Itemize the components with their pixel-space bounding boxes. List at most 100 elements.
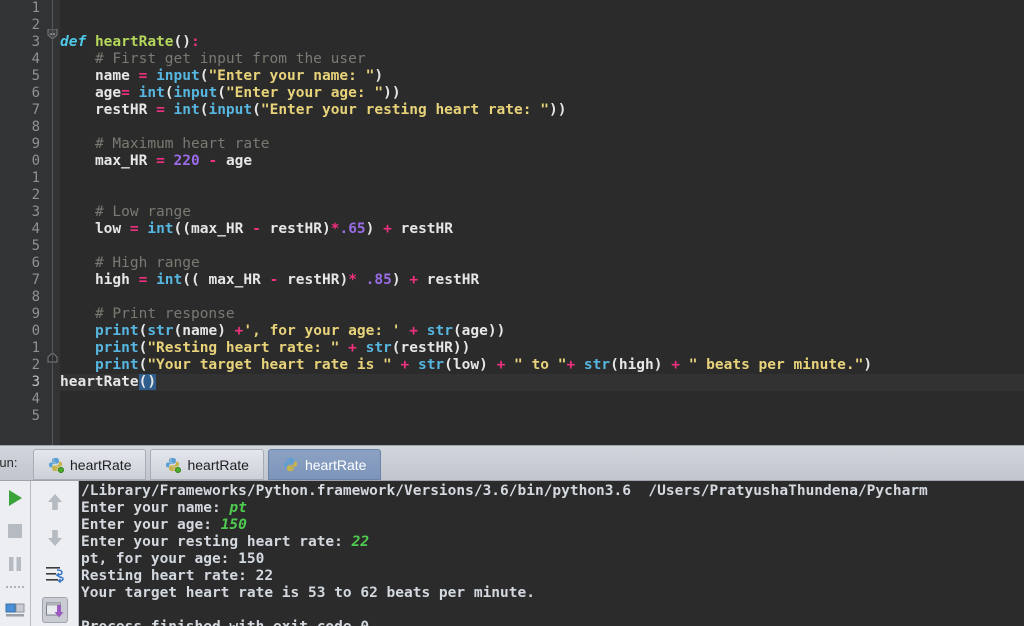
scroll-to-end-icon [45,602,63,618]
code-line[interactable]: high = int(( max_HR - restHR)* .85) + re… [60,272,1024,289]
more-button[interactable] [4,584,26,590]
code-line[interactable] [60,17,1024,34]
up-button[interactable] [42,489,68,515]
line-number: 3 [31,374,40,390]
console-output-line: pt, for your age: 150 [81,551,265,567]
pause-button[interactable] [2,551,28,577]
python-icon [165,457,182,473]
line-number: 3 [31,34,40,50]
code-lines[interactable]: def heartRate(): # First get input from … [60,0,1024,445]
stop-button[interactable] [2,518,28,544]
code-line[interactable]: name = input("Enter your name: ") [60,68,1024,85]
layout-button[interactable] [2,597,28,623]
console-exit-message: Process finished with exit code 0 [79,619,1024,626]
code-line[interactable]: # High range [60,255,1024,272]
run-tab-1[interactable]: heartRate [150,449,264,480]
code-line[interactable] [60,408,1024,425]
run-tab-2[interactable]: heartRate [267,449,382,480]
down-button[interactable] [42,525,68,551]
code-line[interactable]: print("Your target heart rate is " + str… [60,357,1024,374]
code-line[interactable] [60,187,1024,204]
line-number: 1 [31,0,40,16]
python-icon [48,457,64,473]
code-line[interactable]: restHR = int(input("Enter your resting h… [60,102,1024,119]
stop-icon [8,524,22,538]
code-editor[interactable]: 1234567890123456789012345 def heartRate(… [0,0,1024,445]
console-prompt-line: Enter your name: pt [81,500,247,516]
console-output-line: Your target heart rate is 53 to 62 beats… [81,585,535,601]
line-number: 5 [31,238,40,254]
code-line[interactable]: # Low range [60,204,1024,221]
code-line[interactable] [60,238,1024,255]
editor-gutter[interactable]: 1234567890123456789012345 [0,0,44,445]
run-tab-label: heartRate [187,456,249,473]
console-prompt-line: Enter your age: 150 [81,517,247,533]
scroll-to-end-button[interactable] [41,597,68,623]
code-line-current[interactable]: heartRate() [60,374,1024,391]
line-number: 2 [31,17,40,33]
code-line[interactable] [60,119,1024,136]
console-output[interactable]: /Library/Frameworks/Python.framework/Ver… [79,481,1024,626]
code-line[interactable]: low = int((max_HR - restHR)*.65) + restH… [60,221,1024,238]
console-user-input: 150 [220,517,247,533]
code-line[interactable]: max_HR = 220 - age [60,153,1024,170]
code-line[interactable]: # Print response [60,306,1024,323]
code-line[interactable]: def heartRate(): [60,34,1024,51]
console-output-line: Resting heart rate: 22 [81,568,274,584]
line-number: 0 [31,323,40,339]
line-number: 8 [31,119,40,135]
run-tab-0[interactable]: heartRate [33,449,147,480]
code-line[interactable]: # Maximum heart rate [60,136,1024,153]
pycharm-window: 1234567890123456789012345 def heartRate(… [0,0,1024,626]
line-number: 4 [31,51,40,67]
line-number: 6 [31,255,40,271]
line-number: 4 [31,221,40,237]
run-tabs[interactable]: heartRate heartRate heartRate [33,449,382,480]
dot [6,586,8,588]
pause-icon [9,557,21,571]
play-icon [9,490,22,506]
line-number: 4 [31,391,40,407]
dot [22,586,24,588]
running-indicator [175,467,182,473]
line-number: 5 [31,68,40,84]
line-number: 7 [31,102,40,118]
code-line[interactable] [60,0,1024,17]
line-number: 0 [31,153,40,169]
console-command-line: /Library/Frameworks/Python.framework/Ver… [81,483,928,499]
code-line[interactable] [60,391,1024,408]
soft-wrap-button[interactable] [42,561,68,587]
line-number: 6 [31,85,40,101]
arrow-up-icon [47,494,62,510]
python-icon [283,457,298,472]
dot [14,586,16,588]
code-line[interactable]: # First get input from the user [60,51,1024,68]
run-panel-label: Run: [0,455,18,470]
line-number: 3 [31,204,40,220]
run-tab-label: heartRate [70,456,132,473]
code-line[interactable] [60,170,1024,187]
console-user-input: pt [229,500,247,516]
code-line[interactable]: print(str(name) +', for your age: ' + st… [60,323,1024,340]
indent-guide [52,0,53,445]
line-number: 8 [31,289,40,305]
console-nav-toolbar[interactable] [31,481,79,626]
line-number: 5 [31,408,40,424]
code-line[interactable] [60,289,1024,306]
run-tab-label: heartRate [304,456,367,473]
run-tab-bar: Run: heartRate heartRate heartRate [0,445,1024,481]
console-spacer [79,602,1024,619]
line-number: 2 [31,187,40,203]
line-number: 2 [31,357,40,373]
run-toolbar[interactable] [0,481,31,626]
arrow-down-icon [47,530,62,546]
run-tool-window: Run: heartRate heartRate heartRate [0,445,1024,626]
line-number: 9 [31,136,40,152]
code-line[interactable]: print("Resting heart rate: " + str(restH… [60,340,1024,357]
dot [10,586,12,588]
line-number: 1 [31,170,40,186]
line-number: 1 [31,340,40,356]
soft-wrap-icon [45,567,64,584]
run-button[interactable] [2,485,28,511]
code-line[interactable]: age= int(input("Enter your age: ")) [60,85,1024,102]
